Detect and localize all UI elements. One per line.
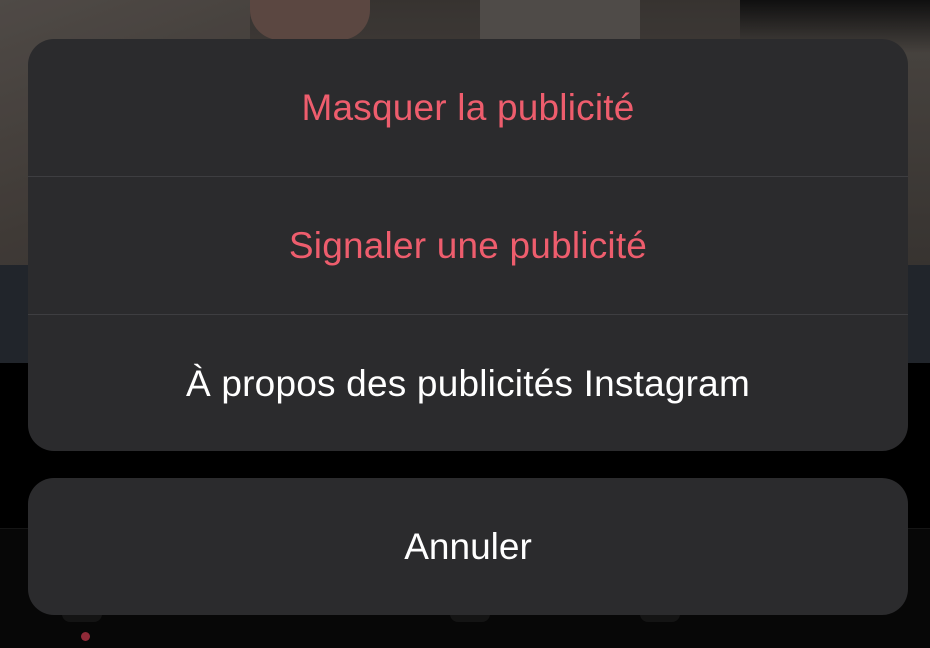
action-sheet-options: Masquer la publicité Signaler une public… xyxy=(28,39,908,451)
hide-ad-button[interactable]: Masquer la publicité xyxy=(28,39,908,176)
screen: Masquer la publicité Signaler une public… xyxy=(0,0,930,648)
about-instagram-ads-button[interactable]: À propos des publicités Instagram xyxy=(28,314,908,451)
report-ad-button[interactable]: Signaler une publicité xyxy=(28,176,908,314)
cancel-button[interactable]: Annuler xyxy=(28,478,908,615)
